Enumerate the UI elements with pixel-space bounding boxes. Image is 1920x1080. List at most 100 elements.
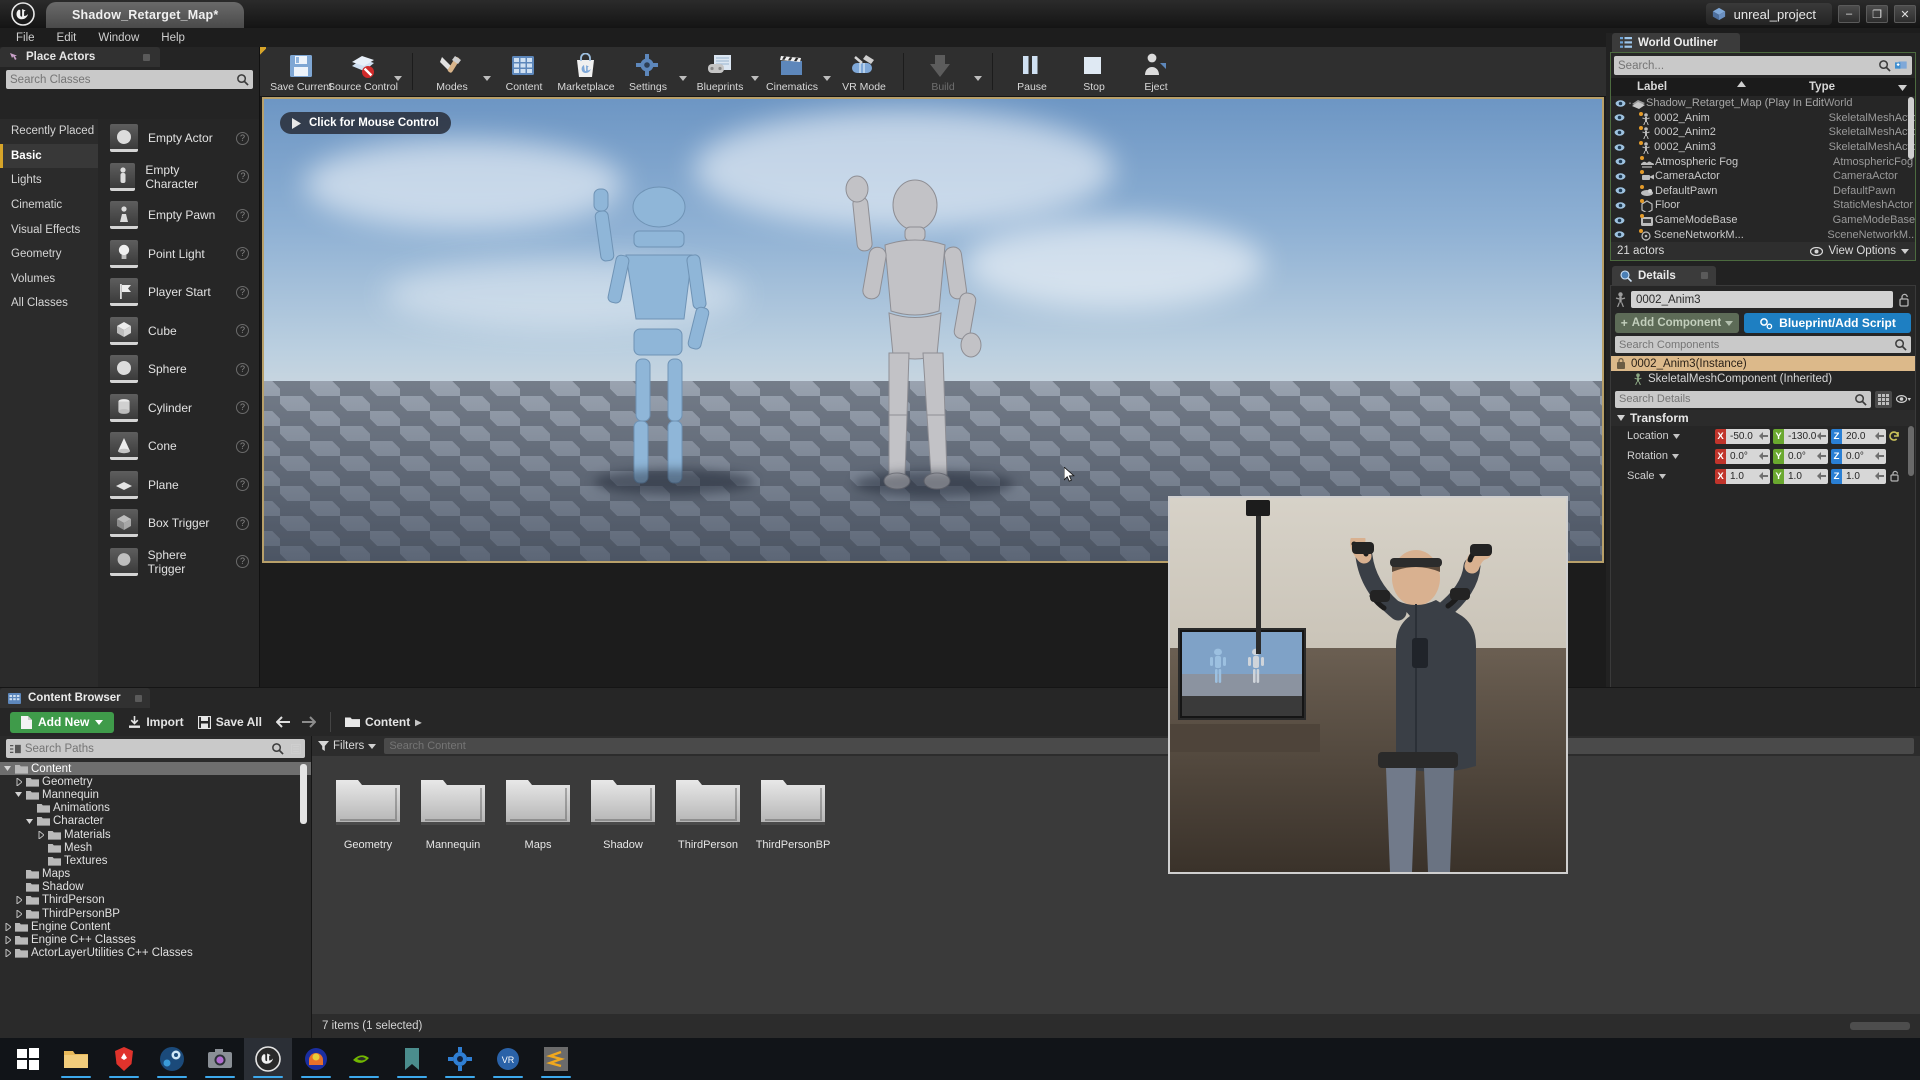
transform-axis-y[interactable]: Y 0.0°: [1773, 448, 1828, 464]
outliner-row[interactable]: CameraActor CameraActor: [1611, 169, 1915, 184]
tree-node-content[interactable]: Content: [0, 762, 311, 776]
mouse-control-hint[interactable]: Click for Mouse Control: [280, 112, 451, 134]
arrow-left-icon[interactable]: [275, 716, 291, 728]
toolbar-cinematics-button[interactable]: Cinematics: [761, 49, 823, 95]
visibility-eye-icon[interactable]: [1611, 143, 1629, 152]
asset-folder-maps[interactable]: Maps: [504, 778, 572, 851]
search-details-field[interactable]: [1615, 390, 1871, 408]
unlock-icon[interactable]: [1898, 293, 1911, 307]
help-icon[interactable]: ?: [236, 131, 249, 145]
outliner-row[interactable]: GameModeBase GameModeBase: [1611, 213, 1915, 228]
axis-value-x[interactable]: -50.0: [1726, 428, 1770, 444]
level-viewport[interactable]: Click for Mouse Control: [262, 97, 1604, 563]
transform-axis-z[interactable]: Z 20.0: [1831, 428, 1886, 444]
twisty-down-icon[interactable]: [26, 818, 33, 825]
toolbar-save-current-button[interactable]: Save Current: [270, 49, 332, 95]
outliner-row[interactable]: DefaultPawn DefaultPawn: [1611, 184, 1915, 199]
visibility-eye-icon[interactable]: [1611, 157, 1629, 166]
toolbar-dropdown-caret[interactable]: [823, 76, 831, 81]
toolbar-dropdown-caret[interactable]: [483, 76, 491, 81]
tab-close-dot[interactable]: [143, 53, 150, 61]
toolbar-pause-button[interactable]: Pause: [1001, 49, 1063, 95]
tree-node-materials[interactable]: Materials: [0, 828, 311, 841]
twisty-right-icon[interactable]: [16, 777, 22, 786]
tree-node-character[interactable]: Character: [0, 815, 311, 828]
blueprint-add-script-button[interactable]: Blueprint/Add Script: [1744, 313, 1911, 333]
place-actor-point-light[interactable]: Point Light?: [98, 235, 259, 274]
view-options-button[interactable]: View Options: [1810, 245, 1909, 257]
place-actors-tab[interactable]: Place Actors: [0, 47, 160, 67]
project-chip[interactable]: unreal_project: [1705, 3, 1832, 25]
menu-item-edit[interactable]: Edit: [47, 30, 87, 46]
asset-folder-shadow[interactable]: Shadow: [589, 778, 657, 851]
toolbar-source-control-button[interactable]: Source Control: [328, 49, 398, 95]
toolbar-modes-button[interactable]: Modes: [421, 49, 483, 95]
help-icon[interactable]: ?: [236, 285, 249, 299]
asset-folder-geometry[interactable]: Geometry: [334, 778, 402, 851]
tree-node-thirdpersonbp[interactable]: ThirdPersonBP: [0, 907, 311, 920]
help-icon[interactable]: ?: [236, 324, 249, 338]
tree-node-engine-c-classes[interactable]: Engine C++ Classes: [0, 933, 311, 946]
toolbar-dropdown-caret[interactable]: [751, 76, 759, 81]
help-icon[interactable]: ?: [236, 208, 249, 222]
grid-view-icon[interactable]: [1875, 390, 1892, 408]
transform-axis-y[interactable]: Y -130.0: [1773, 428, 1828, 444]
search-details-input[interactable]: [1619, 393, 1854, 405]
tree-node-animations[interactable]: Animations: [0, 802, 311, 815]
place-actor-cylinder[interactable]: Cylinder?: [98, 389, 259, 428]
actor-category-visual-effects[interactable]: Visual Effects: [0, 217, 98, 242]
help-icon[interactable]: ?: [236, 401, 249, 415]
actor-name-field[interactable]: 0002_Anim3: [1631, 291, 1893, 308]
search-classes-row[interactable]: [6, 70, 253, 89]
add-new-button[interactable]: Add New: [10, 711, 115, 733]
axis-value-x[interactable]: 0.0°: [1726, 448, 1770, 464]
close-button[interactable]: ✕: [1894, 5, 1916, 23]
taskbar-audio-app[interactable]: [292, 1038, 340, 1080]
outliner-scrollbar[interactable]: [1908, 97, 1914, 159]
drag-handle-icon[interactable]: [1875, 451, 1884, 460]
breadcrumb-caret[interactable]: ▸: [415, 715, 421, 729]
document-tab[interactable]: Shadow_Retarget_Map*: [46, 2, 245, 28]
taskbar-unreal-engine[interactable]: [244, 1038, 292, 1080]
paths-search-input[interactable]: [24, 742, 267, 755]
search-components-input[interactable]: [1619, 338, 1894, 351]
maximize-button[interactable]: ❐: [1866, 5, 1888, 23]
transform-section-header[interactable]: Transform: [1611, 410, 1915, 426]
axis-value-z[interactable]: 1.0: [1842, 468, 1886, 484]
breadcrumb[interactable]: Content ▸: [344, 715, 421, 729]
drag-handle-icon[interactable]: [1817, 431, 1826, 440]
actor-category-cinematic[interactable]: Cinematic: [0, 193, 98, 218]
taskbar-steam[interactable]: [148, 1038, 196, 1080]
twisty-right-icon[interactable]: [16, 896, 22, 905]
reset-arrow-icon[interactable]: [1889, 430, 1900, 442]
chevron-down-icon[interactable]: [1658, 473, 1666, 479]
transform-axis-x[interactable]: X 0.0°: [1715, 448, 1770, 464]
place-actor-cube[interactable]: Cube?: [98, 312, 259, 351]
import-button[interactable]: Import: [128, 715, 184, 729]
asset-folder-mannequin[interactable]: Mannequin: [419, 778, 487, 851]
outliner-row[interactable]: Shadow_Retarget_Map (Play In Edito World: [1611, 96, 1915, 111]
taskbar-settings-app[interactable]: [436, 1038, 484, 1080]
drag-handle-icon[interactable]: [1817, 471, 1826, 480]
component-row[interactable]: 0002_Anim3(Instance): [1611, 356, 1915, 371]
menu-item-file[interactable]: File: [6, 30, 45, 46]
tab-close-dot[interactable]: [135, 694, 142, 702]
transform-axis-x[interactable]: X 1.0: [1715, 468, 1770, 484]
axis-value-z[interactable]: 20.0: [1842, 428, 1886, 444]
paths-scrollbar[interactable]: [300, 764, 307, 824]
place-actor-box-trigger[interactable]: Box Trigger?: [98, 504, 259, 543]
axis-value-y[interactable]: 1.0: [1784, 468, 1828, 484]
drag-handle-icon[interactable]: [1759, 431, 1768, 440]
outliner-search-input[interactable]: [1618, 59, 1879, 72]
twisty-right-icon[interactable]: [38, 830, 44, 839]
content-search-input[interactable]: [389, 740, 1909, 752]
actor-category-geometry[interactable]: Geometry: [0, 242, 98, 267]
visibility-eye-icon[interactable]: [1611, 186, 1629, 195]
world-outliner-tab[interactable]: World Outliner: [1612, 33, 1740, 52]
actor-category-all-classes[interactable]: All Classes: [0, 291, 98, 316]
axis-value-x[interactable]: 1.0: [1726, 468, 1770, 484]
transform-axis-z[interactable]: Z 1.0: [1831, 468, 1886, 484]
visibility-eye-icon[interactable]: [1611, 128, 1629, 137]
place-actor-player-start[interactable]: Player Start?: [98, 273, 259, 312]
axis-value-y[interactable]: -130.0: [1784, 428, 1828, 444]
